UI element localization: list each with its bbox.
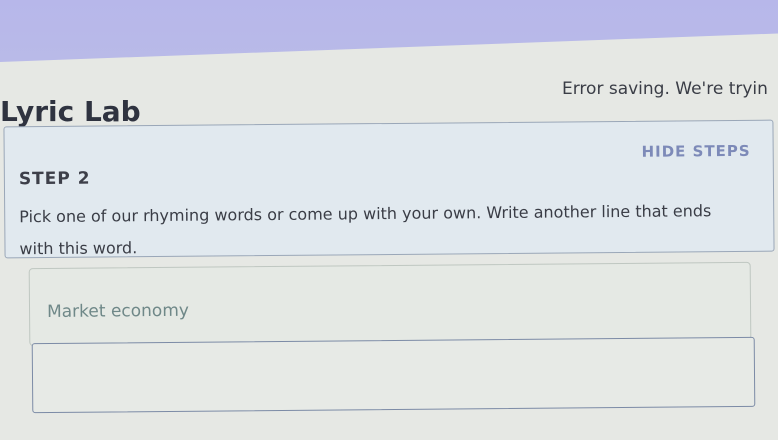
step-panel: HIDE STEPS STEP 2 Pick one of our rhymin… xyxy=(3,119,775,259)
rhyme-word-text: Market economy xyxy=(46,300,189,322)
hide-steps-button[interactable]: HIDE STEPS xyxy=(641,142,750,161)
step-instructions: Pick one of our rhyming words or come up… xyxy=(19,201,712,259)
app-title: Lyric Lab xyxy=(0,95,141,128)
save-error-message: Error saving. We're tryin xyxy=(562,79,768,99)
rhyme-word-field[interactable]: Market economy xyxy=(28,261,752,347)
step-label: STEP 2 xyxy=(18,168,91,190)
header-band xyxy=(0,0,778,62)
lyric-line-input[interactable] xyxy=(31,336,756,414)
